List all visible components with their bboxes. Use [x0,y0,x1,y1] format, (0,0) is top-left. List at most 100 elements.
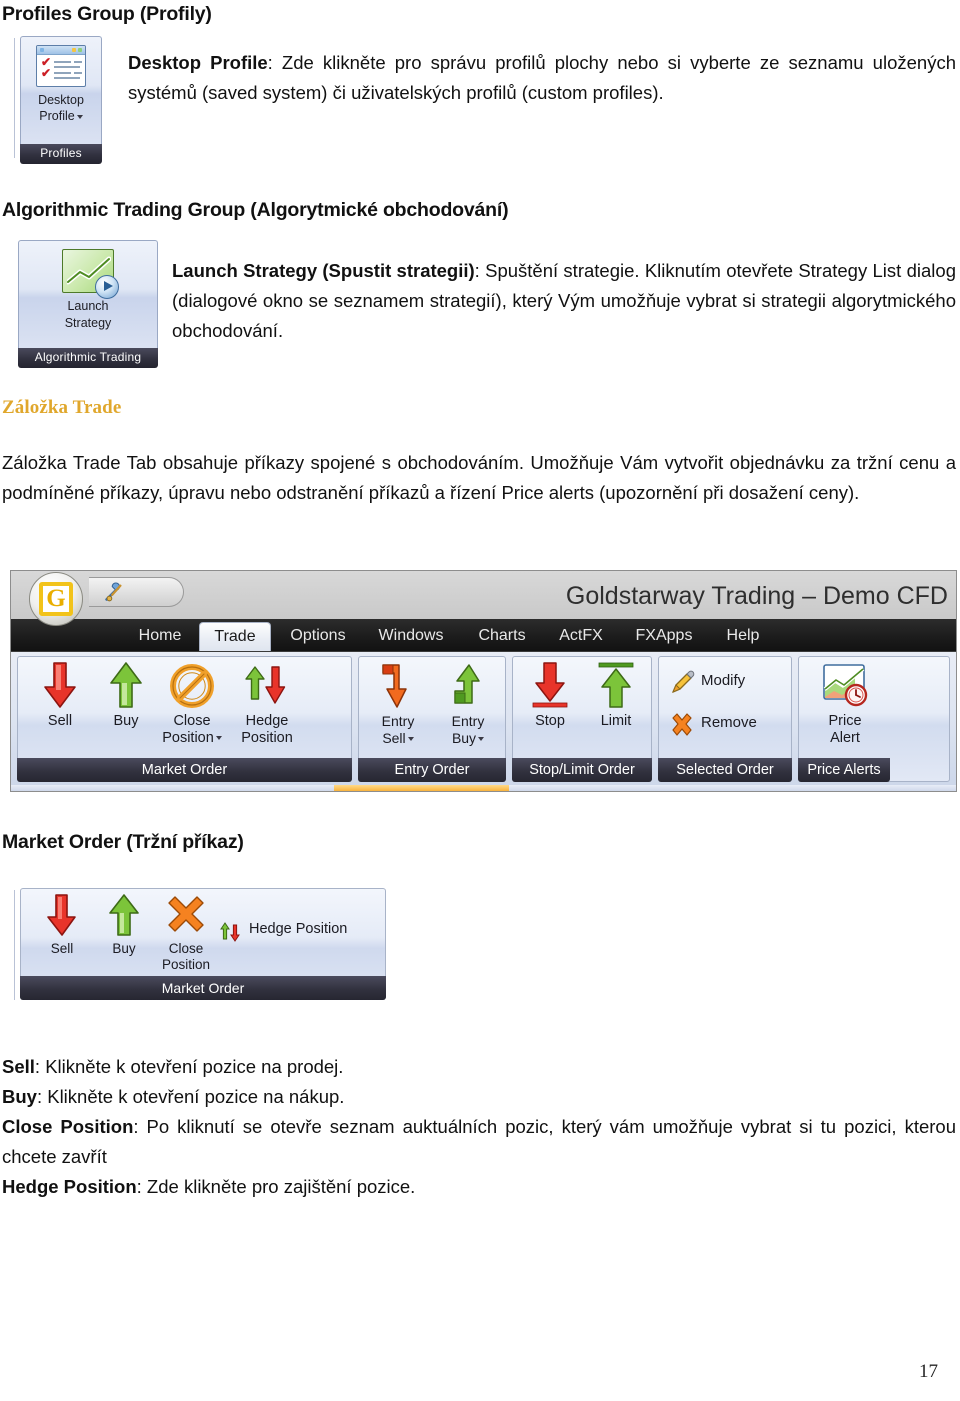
close-position-label-text: Position [162,730,214,746]
desktop-profile-button[interactable]: ✔ ✔ Desktop Profile [20,36,102,144]
profiles-group-caption: Profiles [20,144,102,164]
definition-hedge-position: Hedge Position: Zde klikněte pro zajiště… [2,1172,956,1202]
quick-access-toolbar[interactable] [89,577,184,607]
definition-term-hedge-position: Hedge Position [2,1176,137,1197]
ribbon-active-highlight [334,785,509,791]
paragraph-desktop-profile: Desktop Profile: Zde klikněte pro správu… [128,48,956,108]
stop-down-arrow-line-icon [517,661,583,713]
market-order-button-sell[interactable]: Sell [29,893,95,957]
ribbon-button-stop[interactable]: Stop [517,661,583,757]
entry-buy-label-text: Buy [451,730,477,746]
ribbon-button-entry-sell-label2: Sell [363,730,433,747]
paragraph-lead-launch-strategy: Launch Strategy (Spustit strategii) [172,260,475,281]
ribbon-button-limit-label: Limit [600,713,632,729]
market-order-button-close-position-label2: Position [161,957,211,972]
ribbon-group-caption-selected-order: Selected Order [658,758,792,782]
tools-icon [105,582,122,602]
definition-desc-hedge-position: : Zde klikněte pro zajištění pozice. [136,1176,416,1197]
chevron-down-icon[interactable] [478,737,485,742]
tab-trade[interactable]: Trade [199,622,271,651]
tab-fxapps[interactable]: FXApps [621,622,707,651]
green-up-arrow-icon [90,661,162,713]
document-page: Profiles Group (Profily) ✔ ✔ Desktop Pro… [0,0,960,1401]
ribbon-button-buy-label: Buy [113,713,139,729]
tab-actfx[interactable]: ActFX [545,622,617,651]
chevron-down-icon[interactable] [407,737,414,742]
market-order-group-caption: Market Order [20,976,386,1000]
ribbon-group-price-alerts: Price Alert Price Alerts [798,656,950,782]
market-order-button-sell-label: Sell [50,941,74,956]
ribbon-button-buy[interactable]: Buy [90,661,162,757]
heading-zalozka-trade: Záložka Trade [2,397,122,418]
ribbon-button-limit[interactable]: Limit [583,661,649,757]
ribbon-button-price-alert[interactable]: Price Alert [803,661,887,757]
ribbon-button-price-alert-label2: Alert [830,730,860,746]
figure-left-ruler [14,890,19,1000]
orange-no-entry-icon [156,661,228,713]
desktop-profile-label-text: Profile [39,109,75,123]
ribbon-group-stop-limit-order: Stop Limit Stop/Limit Order [512,656,652,782]
ribbon-button-sell[interactable]: Sell [24,661,96,757]
play-icon [95,275,119,299]
paragraph-zalozka-trade: Záložka Trade Tab obsahuje příkazy spoje… [2,452,956,503]
ribbon-button-stop-label: Stop [535,713,565,729]
figure-trade-ribbon-screenshot: G Goldstarway Trading – Demo CFD Home Tr… [10,570,957,800]
ribbon-button-sell-label: Sell [47,713,73,729]
ribbon-button-hedge-position[interactable]: Hedge Position [224,661,310,757]
tab-home[interactable]: Home [123,622,197,651]
launch-strategy-label-line2: Strategy [64,316,112,330]
ribbon-button-price-alert-label1: Price [828,713,862,729]
definition-term-sell: Sell [2,1056,35,1077]
definition-sell: Sell: Klikněte k otevření pozice na prod… [2,1052,956,1082]
ribbon-button-entry-buy[interactable]: Entry Buy [433,661,503,757]
ribbon-group-market-order: Sell Buy Close Position Hedge Position M… [17,656,352,782]
entry-buy-bent-arrow-icon [433,661,503,713]
market-order-definitions: Sell: Klikněte k otevření pozice na prod… [2,1052,956,1202]
tab-help[interactable]: Help [711,622,775,651]
section-heading-algorithmic-trading-group: Algorithmic Trading Group (Algorytmické … [2,199,509,221]
tab-charts[interactable]: Charts [463,622,541,651]
ribbon-group-caption-entry-order: Entry Order [358,758,506,782]
market-order-button-buy-label: Buy [112,941,136,956]
launch-strategy-button[interactable]: Launch Strategy [18,240,158,348]
figure-launch-strategy-chip: Launch Strategy Algorithmic Trading [12,240,162,370]
paragraph-lead-desktop-profile: Desktop Profile [128,52,268,73]
definition-term-close-position: Close Position [2,1116,134,1137]
up-down-arrows-small-icon [220,922,240,942]
desktop-profile-label-line1: Desktop [38,93,84,107]
market-order-button-buy[interactable]: Buy [91,893,157,957]
ribbon-button-modify[interactable]: Modify [669,669,785,699]
entry-sell-label-text: Sell [382,730,406,746]
market-order-button-close-position[interactable]: Close Position [153,893,219,973]
page-number: 17 [919,1361,938,1382]
tab-options[interactable]: Options [275,622,361,651]
tab-windows[interactable]: Windows [363,622,459,651]
ribbon-button-remove[interactable]: Remove [669,711,785,741]
paragraph-launch-strategy: Launch Strategy (Spustit strategii): Spu… [172,256,956,346]
market-order-button-close-position-label1: Close [168,941,204,956]
ribbon-button-close-position-label1: Close [173,713,211,729]
algorithmic-trading-group-caption: Algorithmic Trading [18,348,158,368]
definition-desc-buy: : Klikněte k otevření pozice na nákup. [36,1086,345,1107]
ribbon-bottom-edge [11,785,956,791]
definition-desc-sell: : Klikněte k otevření pozice na prodej. [34,1056,344,1077]
limit-up-arrow-line-icon [583,661,649,713]
up-down-arrows-icon [224,661,310,713]
orange-x-icon [153,893,219,941]
red-down-arrow-icon [29,893,95,941]
ribbon-button-hedge-position-label2: Position [241,730,293,746]
definition-term-buy: Buy [2,1086,37,1107]
market-order-button-hedge-position[interactable]: Hedge Position [219,919,379,945]
figure-market-order-group: Sell Buy Close Position Hedge Position M… [12,888,392,1006]
ribbon-button-close-position-label2: Position [156,730,228,747]
ribbon-button-close-position[interactable]: Close Position [156,661,228,757]
ribbon-group-caption-market-order: Market Order [17,758,352,782]
chevron-down-icon[interactable] [76,114,83,119]
chevron-down-icon[interactable] [215,736,222,741]
ribbon-content: Sell Buy Close Position Hedge Position M… [11,651,956,786]
application-menu-orb[interactable]: G [29,572,83,626]
ribbon-button-entry-sell-label1: Entry [381,713,415,729]
entry-sell-bent-arrow-icon [363,661,433,713]
ribbon-button-entry-sell[interactable]: Entry Sell [363,661,433,757]
definition-desc-close-position: : Po kliknutí se otevře seznam auktuální… [2,1116,956,1167]
